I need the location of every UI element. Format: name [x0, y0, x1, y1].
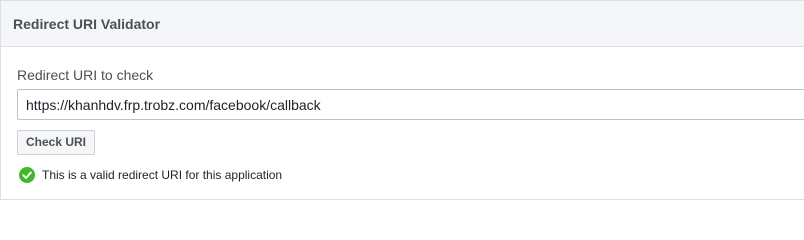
check-uri-button[interactable]: Check URI [17, 130, 96, 155]
validation-status: This is a valid redirect URI for this ap… [19, 167, 282, 183]
panel-title: Redirect URI Validator [13, 15, 161, 32]
redirect-uri-validator-panel: Redirect URI Validator Redirect URI to c… [0, 0, 804, 200]
check-circle-icon [19, 167, 35, 183]
redirect-uri-input[interactable] [17, 89, 804, 120]
panel-header: Redirect URI Validator [1, 1, 804, 47]
redirect-uri-label: Redirect URI to check [17, 67, 154, 83]
validation-message: This is a valid redirect URI for this ap… [42, 168, 283, 182]
